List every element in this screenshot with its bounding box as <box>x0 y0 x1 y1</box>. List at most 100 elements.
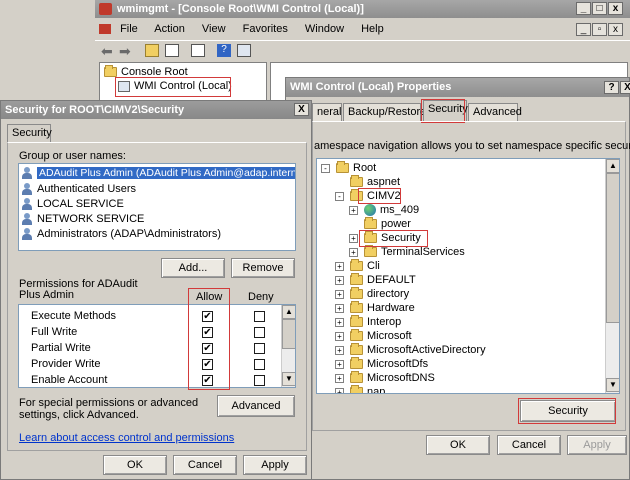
perm-scroll-thumb[interactable] <box>282 319 295 349</box>
namespace-tree-item[interactable]: aspnet <box>335 175 400 189</box>
deny-checkbox[interactable] <box>254 311 265 322</box>
mmc-close-button[interactable]: x <box>608 2 623 15</box>
perm-scrollbar[interactable]: ▲ ▼ <box>281 305 295 387</box>
collapse-icon[interactable]: - <box>335 191 344 201</box>
add-button[interactable]: Add... <box>161 258 225 278</box>
namespace-tree-item[interactable]: - Root <box>321 161 376 175</box>
namespace-tree-label: ms_409 <box>380 204 420 216</box>
mdi-minimize-button[interactable]: _ <box>576 23 591 36</box>
namespace-tree-item[interactable]: + TerminalServices <box>349 245 465 259</box>
user-row-network-service[interactable]: NETWORK SERVICE <box>21 212 144 227</box>
namespace-tree-item[interactable]: + directory <box>335 287 409 301</box>
expand-icon[interactable]: + <box>349 247 358 257</box>
folder-icon <box>364 231 377 244</box>
expand-icon[interactable]: + <box>335 261 344 271</box>
mmc-menubar: File Action View Favorites Window Help _… <box>95 19 630 39</box>
menu-file[interactable]: File <box>120 23 138 35</box>
scroll-thumb[interactable] <box>606 173 619 323</box>
scroll-up-arrow[interactable]: ▲ <box>606 159 619 173</box>
allow-checkbox[interactable]: ✔ <box>202 359 213 370</box>
namespace-tree-item[interactable]: + DEFAULT <box>335 273 416 287</box>
allow-checkbox[interactable]: ✔ <box>202 343 213 354</box>
properties-icon[interactable] <box>191 44 205 57</box>
scroll-down-arrow[interactable]: ▼ <box>606 378 619 392</box>
collapse-icon[interactable]: - <box>321 163 330 173</box>
security-tab[interactable]: Security <box>7 124 52 142</box>
tab-advanced[interactable]: Advanced <box>468 103 522 121</box>
properties-ok-button[interactable]: OK <box>426 435 490 455</box>
tree-item-console-root[interactable]: Console Root <box>104 65 188 78</box>
mmc-minimize-button[interactable]: _ <box>576 2 591 15</box>
menu-help[interactable]: Help <box>361 23 384 35</box>
tree-item-wmi-control[interactable]: WMI Control (Local) <box>118 80 232 92</box>
security-close-button[interactable]: X <box>294 103 309 116</box>
security-ok-button[interactable]: OK <box>103 455 167 475</box>
expand-icon[interactable]: + <box>335 359 344 369</box>
expand-icon[interactable]: + <box>335 317 344 327</box>
properties-cancel-button[interactable]: Cancel <box>497 435 561 455</box>
perm-scroll-up-arrow[interactable]: ▲ <box>282 305 295 319</box>
tab-general[interactable]: neral <box>312 103 342 121</box>
expand-icon[interactable]: + <box>335 275 344 285</box>
mdi-close-button[interactable]: x <box>608 23 623 36</box>
expand-icon[interactable]: + <box>335 289 344 299</box>
menu-view[interactable]: View <box>202 23 226 35</box>
console-icon[interactable] <box>237 44 251 57</box>
expand-icon[interactable]: + <box>335 345 344 355</box>
allow-checkbox[interactable]: ✔ <box>202 327 213 338</box>
user-row-administrators[interactable]: Administrators (ADAP\Administrators) <box>21 227 221 242</box>
namespace-tree-item[interactable]: + MicrosoftDfs <box>335 357 428 371</box>
deny-checkbox[interactable] <box>254 359 265 370</box>
tab-security[interactable]: Security <box>423 100 468 121</box>
expand-icon[interactable]: + <box>349 233 358 243</box>
namespace-tree-item[interactable]: + Cli <box>335 259 380 273</box>
namespace-tree-item[interactable]: power <box>349 217 411 231</box>
user-row-authenticated[interactable]: Authenticated Users <box>21 182 136 197</box>
namespace-tree-item[interactable]: + MicrosoftActiveDirectory <box>335 343 486 357</box>
expand-icon[interactable]: + <box>335 303 344 313</box>
security-cancel-button[interactable]: Cancel <box>173 455 237 475</box>
menu-action[interactable]: Action <box>154 23 185 35</box>
namespace-tree-item[interactable]: + MicrosoftDNS <box>335 371 435 385</box>
up-folder-icon[interactable] <box>145 44 159 57</box>
expand-icon[interactable]: + <box>349 205 358 215</box>
learn-link[interactable]: Learn about access control and permissio… <box>19 432 234 444</box>
properties-close-button[interactable]: X <box>620 81 630 94</box>
permission-row: Execute Methods ✔ <box>19 309 295 324</box>
allow-checkbox[interactable]: ✔ <box>202 311 213 322</box>
namespace-tree-item[interactable]: - CIMV2 <box>335 189 401 203</box>
expand-icon[interactable]: + <box>335 373 344 383</box>
folder-icon <box>350 357 363 370</box>
tab-backup-restore[interactable]: Backup/Restore <box>343 103 426 121</box>
mdi-restore-button[interactable]: ▫ <box>592 23 607 36</box>
security-button[interactable]: Security <box>520 400 616 422</box>
expand-icon[interactable]: + <box>335 331 344 341</box>
menu-favorites[interactable]: Favorites <box>243 23 288 35</box>
back-arrow-icon[interactable]: ⬅ <box>101 44 113 58</box>
show-tree-icon[interactable] <box>165 44 179 57</box>
security-apply-button[interactable]: Apply <box>243 455 307 475</box>
namespace-tree-item[interactable]: + Hardware <box>335 301 415 315</box>
remove-button[interactable]: Remove <box>231 258 295 278</box>
namespace-tree-item[interactable]: + Microsoft <box>335 329 412 343</box>
namespace-tree-item[interactable]: + ms_409 <box>349 203 419 217</box>
user-row-local-service[interactable]: LOCAL SERVICE <box>21 197 124 212</box>
help-icon[interactable]: ? <box>217 44 231 57</box>
allow-checkbox[interactable]: ✔ <box>202 375 213 386</box>
deny-checkbox[interactable] <box>254 343 265 354</box>
deny-checkbox[interactable] <box>254 327 265 338</box>
properties-apply-button[interactable]: Apply <box>567 435 627 455</box>
advanced-button[interactable]: Advanced <box>217 395 295 417</box>
deny-checkbox[interactable] <box>254 375 265 386</box>
perm-scroll-down-arrow[interactable]: ▼ <box>282 372 295 386</box>
user-row-adaudit[interactable]: ADAudit Plus Admin (ADAudit Plus Admin@a… <box>21 166 295 181</box>
menu-window[interactable]: Window <box>305 23 344 35</box>
forward-arrow-icon[interactable]: ➡ <box>119 44 131 58</box>
expand-icon[interactable]: + <box>335 387 344 393</box>
namespace-tree-item[interactable]: + Security <box>349 231 421 245</box>
namespace-tree-item[interactable]: + Interop <box>335 315 401 329</box>
properties-help-button[interactable]: ? <box>604 81 619 94</box>
tree-vertical-scrollbar[interactable]: ▲ ▼ <box>605 159 619 393</box>
mmc-maximize-button[interactable]: □ <box>592 2 607 15</box>
namespace-tree-item[interactable]: + nap <box>335 385 385 393</box>
